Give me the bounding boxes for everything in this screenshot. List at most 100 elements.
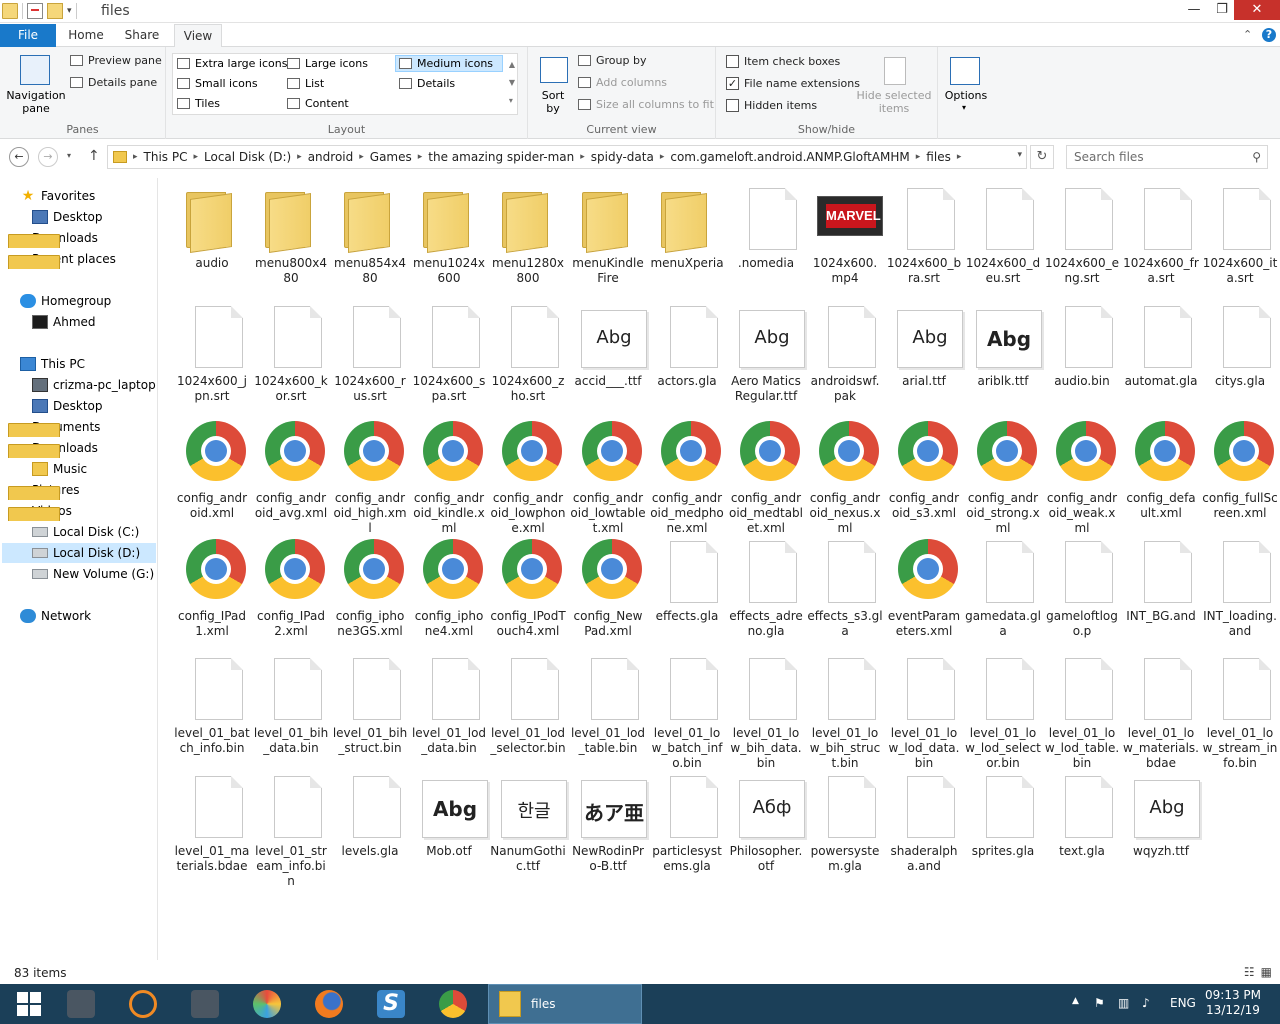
file-name-extensions-checkbox[interactable]: ✓ — [726, 77, 739, 90]
nav-item[interactable]: This PC — [2, 354, 156, 374]
address-history-chevron-icon[interactable]: ▾ — [1017, 150, 1022, 160]
file-item[interactable]: config_IPad2.xml — [251, 535, 331, 638]
taskbar-app-chrome[interactable] — [424, 984, 482, 1024]
file-item[interactable]: 1024x600_deu.srt — [963, 182, 1043, 285]
breadcrumb-separator[interactable]: ▸ — [954, 152, 965, 162]
file-item[interactable]: sprites.gla — [963, 770, 1043, 873]
file-item[interactable]: gameloftlogo.p — [1042, 535, 1122, 638]
tab-share[interactable]: Share — [116, 24, 168, 47]
file-item[interactable]: config_android_lowphone.xml — [488, 417, 568, 535]
taskbar-app-paint[interactable] — [238, 984, 296, 1024]
file-item[interactable]: particlesystems.gla — [647, 770, 727, 873]
breadcrumb-separator[interactable]: ▸ — [294, 152, 305, 162]
file-item[interactable]: effects_s3.gla — [805, 535, 885, 638]
item-checkboxes-toggle[interactable]: Item check boxes — [726, 55, 840, 68]
layout-details[interactable]: Details — [399, 77, 455, 90]
action-center-flag-icon[interactable]: ⚑ — [1094, 996, 1105, 1010]
file-item[interactable]: level_01_bih_struct.bin — [330, 652, 410, 755]
nav-item[interactable]: Ahmed — [2, 312, 156, 332]
folder-item[interactable]: menuKindleFire — [568, 182, 648, 285]
layout-extra-large-icons[interactable]: Extra large icons — [177, 57, 287, 70]
layout-content[interactable]: Content — [287, 97, 349, 110]
breadcrumb-item[interactable]: android — [305, 150, 357, 164]
file-item[interactable]: text.gla — [1042, 770, 1122, 873]
tab-file[interactable]: File — [0, 24, 56, 47]
file-item[interactable]: level_01_stream_info.bin — [251, 770, 331, 888]
file-item[interactable]: citys.gla — [1200, 300, 1280, 403]
file-item[interactable]: config_iphone4.xml — [409, 535, 489, 638]
file-item[interactable]: 1024x600_bra.srt — [884, 182, 964, 285]
file-item[interactable]: config_NewPad.xml — [568, 535, 648, 638]
file-item[interactable]: androidswf.pak — [805, 300, 885, 403]
properties-icon[interactable] — [27, 3, 43, 19]
file-item[interactable]: level_01_low_materials.bdae — [1121, 652, 1201, 770]
nav-item[interactable]: Desktop — [2, 207, 156, 227]
taskbar-app-s[interactable]: S — [362, 984, 420, 1024]
nav-item[interactable]: Downloads — [2, 228, 156, 248]
nav-item[interactable]: Homegroup — [2, 291, 156, 311]
file-item[interactable]: config_default.xml — [1121, 417, 1201, 520]
file-item[interactable]: level_01_materials.bdae — [172, 770, 252, 873]
file-item[interactable]: config_android_medphone.xml — [647, 417, 727, 535]
forward-button[interactable]: → — [38, 147, 58, 167]
group-by-button[interactable]: Group by — [578, 54, 646, 67]
file-item[interactable]: level_01_bih_data.bin — [251, 652, 331, 755]
breadcrumb-separator[interactable]: ▸ — [190, 152, 201, 162]
nav-item[interactable]: New Volume (G:) — [2, 564, 156, 584]
nav-item[interactable]: crizma-pc_laptop (c — [2, 375, 156, 395]
folder-item[interactable]: menu1280x800 — [488, 182, 568, 285]
breadcrumb-separator[interactable]: ▸ — [913, 152, 924, 162]
file-item[interactable]: config_fullScreen.xml — [1200, 417, 1280, 520]
refresh-button[interactable]: ↻ — [1030, 145, 1054, 169]
new-folder-icon[interactable] — [47, 3, 63, 19]
options-button[interactable]: Options ▾ — [942, 55, 990, 119]
file-item[interactable]: INT_loading.and — [1200, 535, 1280, 638]
taskbar-app-firefox[interactable] — [300, 984, 358, 1024]
file-item[interactable]: あア亜 NewRodinPro-B.ttf — [568, 770, 648, 873]
file-item[interactable]: Abg ariblk.ttf — [963, 300, 1043, 403]
folder-item[interactable]: menuXperia — [647, 182, 727, 285]
close-button[interactable]: ✕ — [1234, 0, 1280, 20]
search-input[interactable]: Search files ⚲ — [1066, 145, 1268, 169]
breadcrumb-separator[interactable]: ▸ — [657, 152, 668, 162]
help-icon[interactable]: ? — [1262, 28, 1276, 42]
file-item[interactable]: MARVEL 1024x600.mp4 — [805, 182, 885, 285]
folder-item[interactable]: menu854x480 — [330, 182, 410, 285]
large-icons-view-icon[interactable]: ▦ — [1261, 965, 1272, 979]
file-item[interactable]: level_01_low_bih_struct.bin — [805, 652, 885, 770]
volume-icon[interactable]: ♪ — [1142, 996, 1150, 1010]
file-item[interactable]: config_android_weak.xml — [1042, 417, 1122, 535]
taskbar-app-explorer[interactable]: files — [488, 984, 642, 1024]
breadcrumb-item[interactable]: Games — [367, 150, 415, 164]
file-item[interactable]: 한글 NanumGothic.ttf — [488, 770, 568, 873]
file-item[interactable]: level_01_lod_table.bin — [568, 652, 648, 755]
file-item[interactable]: Abg arial.ttf — [884, 300, 964, 403]
nav-item[interactable]: Downloads — [2, 438, 156, 458]
hide-selected-items-button[interactable]: Hide selected items — [856, 55, 932, 119]
file-item[interactable]: level_01_low_lod_selector.bin — [963, 652, 1043, 770]
nav-item[interactable]: Recent places — [2, 249, 156, 269]
folder-item[interactable]: menu800x480 — [251, 182, 331, 285]
file-item[interactable]: Abg accid___.ttf — [568, 300, 648, 403]
taskbar-app-origin[interactable] — [114, 984, 172, 1024]
file-item[interactable]: shaderalpha.and — [884, 770, 964, 873]
file-name-extensions-toggle[interactable]: ✓ File name extensions — [726, 77, 860, 90]
layout-small-icons[interactable]: Small icons — [177, 77, 258, 90]
file-item[interactable]: eventParameters.xml — [884, 535, 964, 638]
layout-tiles[interactable]: Tiles — [177, 97, 220, 110]
file-item[interactable]: level_01_low_batch_info.bin — [647, 652, 727, 770]
file-item[interactable]: 1024x600_ita.srt — [1200, 182, 1280, 285]
file-item[interactable]: level_01_low_stream_info.bin — [1200, 652, 1280, 770]
preview-pane-button[interactable]: Preview pane — [70, 54, 162, 67]
file-item[interactable]: 1024x600_rus.srt — [330, 300, 410, 403]
nav-item[interactable]: Videos — [2, 501, 156, 521]
file-item[interactable]: config_android_medtablet.xml — [726, 417, 806, 535]
file-item[interactable]: 1024x600_kor.srt — [251, 300, 331, 403]
nav-item[interactable]: Local Disk (C:) — [2, 522, 156, 542]
taskbar-app-spiderman[interactable] — [52, 984, 110, 1024]
file-item[interactable]: level_01_low_lod_data.bin — [884, 652, 964, 770]
collapse-ribbon-chevron-icon[interactable]: ⌃ — [1243, 28, 1252, 41]
address-bar[interactable]: ▸ This PC ▸ Local Disk (D:) ▸ android ▸ Gam… — [107, 145, 1027, 169]
maximize-button[interactable]: ❐ — [1208, 0, 1236, 20]
file-item[interactable]: 1024x600_zho.srt — [488, 300, 568, 403]
